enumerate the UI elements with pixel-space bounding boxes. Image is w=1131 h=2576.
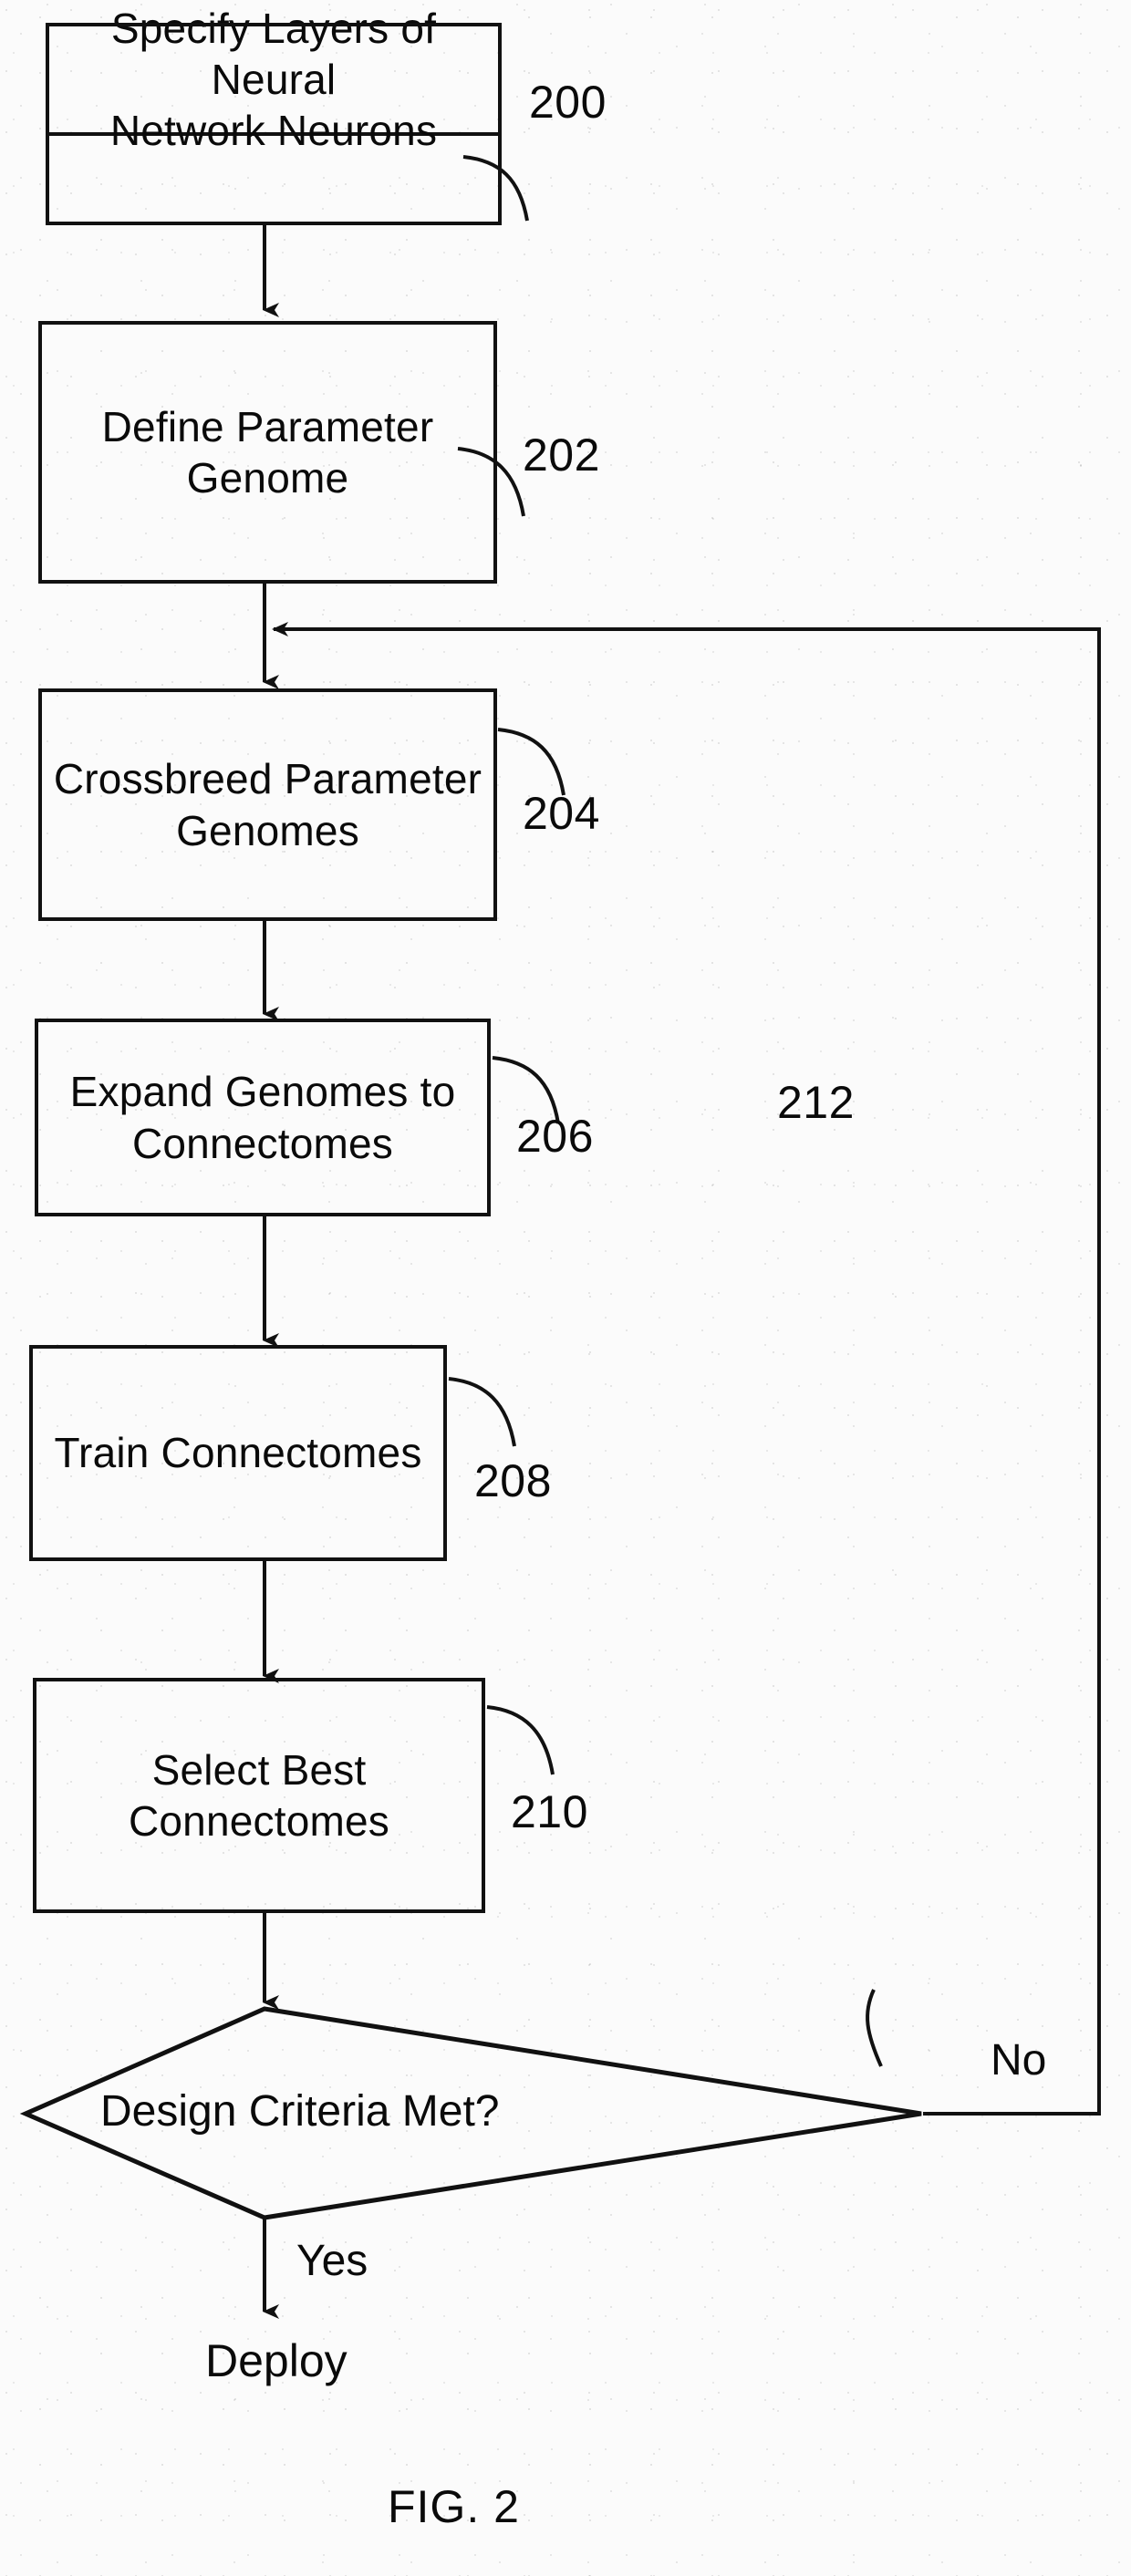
node-expand-genomes[interactable]: Expand Genomes to Connectomes [35,1019,491,1216]
node-train-connectomes[interactable]: Train Connectomes [29,1345,447,1561]
node-define-genome[interactable]: Define Parameter Genome [38,321,497,584]
node-select-best-label: Select Best Connectomes [128,1745,390,1845]
reference-numeral-208: 208 [474,1455,552,1506]
leader-line-208 [448,1377,516,1447]
node-expand-genomes-label: Expand Genomes to Connectomes [69,1068,456,1167]
leader-line-204 [497,728,566,796]
reference-numeral-200: 200 [529,77,607,128]
reference-numeral-212: 212 [777,1077,855,1128]
node-define-genome-label: Define Parameter Genome [101,402,434,502]
reference-numeral-204: 204 [523,788,600,839]
node-crossbreed-genomes-label: Crossbreed Parameter Genomes [53,755,482,854]
edge-label-yes: Yes [296,2237,368,2285]
node-select-best[interactable]: Select Best Connectomes [33,1678,485,1913]
node-specify-layers-body[interactable] [46,23,502,225]
figure-caption: FIG. 2 [388,2481,520,2532]
node-deploy-label: Deploy [205,2335,348,2386]
edge-label-no: No [991,2036,1047,2085]
leader-line-212 [866,1989,883,2067]
node-crossbreed-genomes[interactable]: Crossbreed Parameter Genomes [38,688,497,921]
leader-line-210 [486,1705,555,1775]
figure-canvas: Specify Layers of Neural Network Neurons… [0,0,1131,2576]
node-train-connectomes-label: Train Connectomes [54,1429,422,1477]
node-design-criteria-label: Design Criteria Met? [100,2087,500,2136]
reference-numeral-210: 210 [511,1786,588,1837]
reference-numeral-206: 206 [516,1111,594,1162]
reference-numeral-202: 202 [523,429,600,481]
